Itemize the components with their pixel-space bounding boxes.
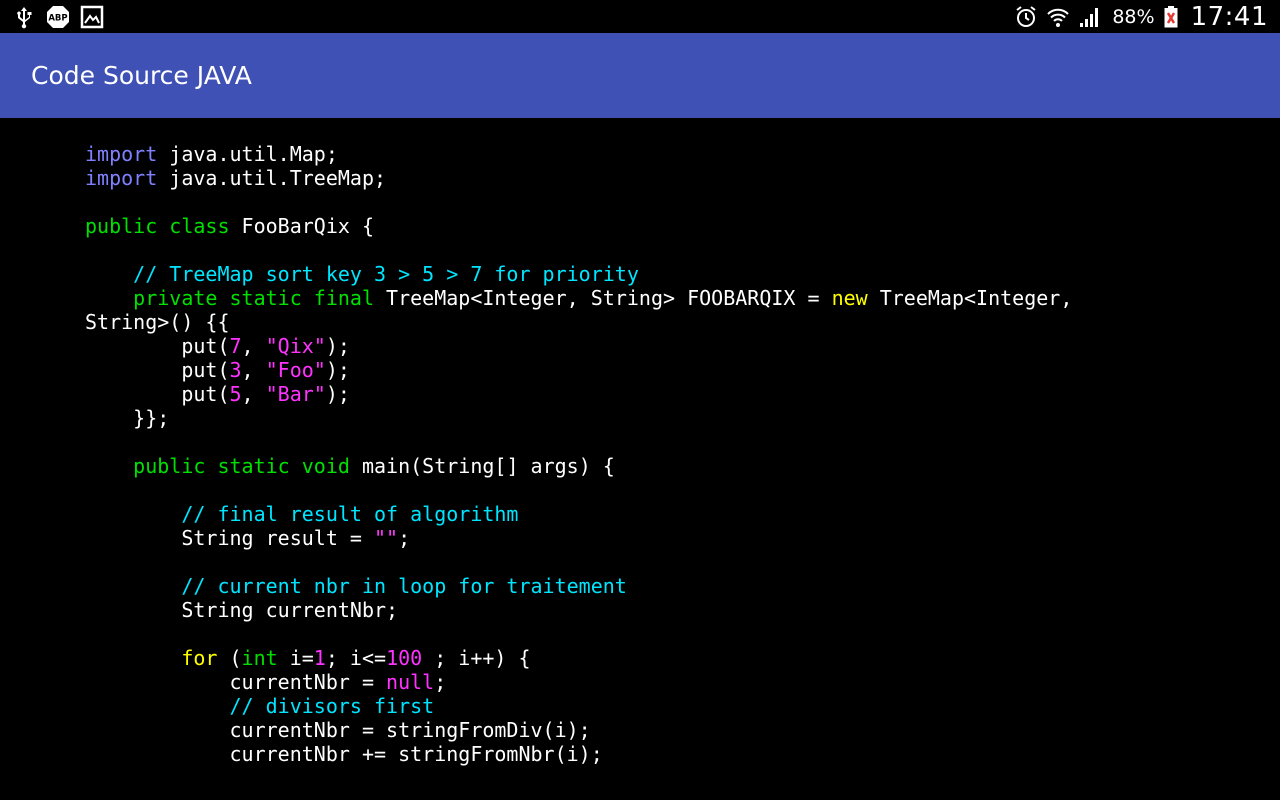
code-token-plain: String>() {{ [85,310,230,334]
cellular-signal-icon [1078,5,1102,29]
code-token-plain: ; [398,526,411,550]
system-indicators: 88% 17:41 [1014,0,1268,33]
code-line: }}; [85,406,169,430]
code-token-plain: FooBarQix { [229,214,374,238]
code-token-control: new [831,286,868,310]
clock: 17:41 [1190,1,1268,32]
code-token-plain: currentNbr += stringFromNbr(i); [85,742,603,766]
app-bar: Code Source JAVA [0,33,1280,118]
code-token-comment: // TreeMap sort key 3 > 5 > 7 for priori… [85,262,639,286]
code-token-literal: null [386,670,435,694]
code-token-literal: 100 [386,646,423,670]
code-line: import java.util.Map; [85,142,338,166]
code-token-plain: ; i++) { [422,646,531,670]
code-line: // current nbr in loop for traitement [85,574,627,598]
code-token-plain: currentNbr = stringFromDiv(i); [85,718,591,742]
code-token-keyword: public static void [133,454,350,478]
code-token-plain: TreeMap<Integer, String> FOOBARQIX = [374,286,832,310]
code-token-plain: currentNbr = [85,670,387,694]
code-token-comment: // divisors first [85,694,435,718]
code-line: currentNbr += stringFromNbr(i); [85,742,603,766]
alarm-clock-icon [1014,5,1038,29]
code-token-plain: ; i<= [325,646,387,670]
code-token-plain: i= [277,646,314,670]
code-line: currentNbr = stringFromDiv(i); [85,718,591,742]
code-token-literal: "" [373,526,399,550]
usb-icon [12,5,36,29]
code-line: // divisors first [85,694,434,718]
code-line: String>() {{ [85,310,230,334]
code-line: // final result of algorithm [85,502,518,526]
code-line: put(5, "Bar"); [85,382,350,406]
code-line: public static void main(String[] args) { [85,454,615,478]
code-token-plain: ; [434,670,447,694]
code-token-comment: // final result of algorithm [85,502,519,526]
code-token-plain: put( [85,334,230,358]
code-token-literal: "Bar" [265,382,326,406]
code-token-keyword: private static final [133,286,374,310]
code-token-plain: ); [325,358,350,382]
status-bar: ABP 88% 17:41 [0,0,1280,33]
wifi-icon [1046,5,1070,29]
code-line: put(3, "Foo"); [85,358,350,382]
code-token-literal: 5 [229,382,242,406]
code-token-plain: String result = [85,526,374,550]
code-token-literal: 3 [229,358,242,382]
code-line: put(7, "Qix"); [85,334,350,358]
code-token-plain: ); [325,382,350,406]
battery-icon [1163,5,1179,29]
code-token-plain: java.util.TreeMap; [157,166,387,190]
code-line: private static final TreeMap<Integer, St… [85,286,1072,310]
code-token-plain: , [241,334,266,358]
code-token-plain: , [241,358,266,382]
adblock-plus-icon: ABP [46,5,70,29]
code-line: import java.util.TreeMap; [85,166,386,190]
code-line: currentNbr = null; [85,670,446,694]
code-token-plain: , [241,382,266,406]
code-line: for (int i=1; i<=100 ; i++) { [85,646,531,670]
code-viewer[interactable]: import java.util.Map; import java.util.Tr… [0,118,1280,800]
code-token-plain: ( [217,646,242,670]
code-token-comment: // current nbr in loop for traitement [85,574,627,598]
code-token-literal: 1 [313,646,326,670]
code-line: // TreeMap sort key 3 > 5 > 7 for priori… [85,262,639,286]
code-token-plain: TreeMap<Integer, [867,286,1073,310]
code-token-literal: "Qix" [265,334,326,358]
code-token-plain: main(String[] args) { [349,454,615,478]
code-token-keyword: public class [85,214,230,238]
code-token-control: for [181,646,218,670]
code-token-keyword: int [241,646,278,670]
code-token-plain: put( [85,358,230,382]
code-token-plain: put( [85,382,230,406]
code-token-plain: ); [325,334,350,358]
adblock-label: ABP [48,14,67,24]
code-token-import: import [85,166,158,190]
gallery-icon [80,5,104,29]
code-token-literal: 7 [229,334,242,358]
code-line: String currentNbr; [85,598,398,622]
code-token-import: import [85,142,158,166]
code-line: String result = ""; [85,526,410,550]
battery-percent: 88% [1112,5,1155,28]
code-token-plain: String currentNbr; [85,598,399,622]
code-token-literal: "Foo" [265,358,326,382]
notification-icons: ABP [12,4,104,30]
code-line: public class FooBarQix { [85,214,374,238]
code-token-plain: java.util.Map; [157,142,338,166]
app-title: Code Source JAVA [31,61,252,90]
code-token-plain: }}; [85,406,170,430]
